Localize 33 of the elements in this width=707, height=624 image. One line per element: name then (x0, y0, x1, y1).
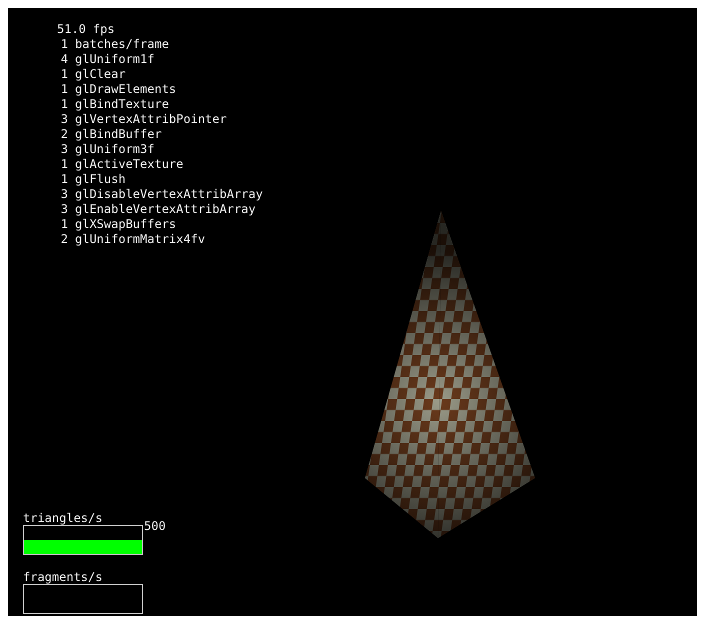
counter-label: glUniform3f (75, 142, 154, 157)
counter-value: 2 (60, 127, 68, 142)
counter-label: glClear (75, 67, 126, 82)
counter-value: 3 (60, 142, 68, 157)
counter-label: glDisableVertexAttribArray (75, 187, 263, 202)
counter-value: 3 (60, 112, 68, 127)
counter-label: glEnableVertexAttribArray (75, 202, 256, 217)
counter-label: glUniform1f (75, 52, 154, 67)
counter-value: 1 (60, 37, 68, 52)
counter-value: 1 (60, 157, 68, 172)
meter-scale-label: 500 (144, 520, 166, 532)
fps-unit: fps (92, 22, 115, 37)
counter-label: glVertexAttribPointer (75, 112, 227, 127)
counter-value: 2 (60, 232, 68, 247)
counter-value: 1 (60, 67, 68, 82)
counter-label: batches/frame (75, 37, 169, 52)
counter-label: glDrawElements (75, 82, 176, 97)
counter-value: 1 (60, 82, 68, 97)
counter-value: 3 (60, 187, 68, 202)
counter-value: 1 (60, 172, 68, 187)
fps-value: 51.0 (57, 22, 86, 37)
counter-label: glBindTexture (75, 97, 169, 112)
counter-label: glXSwapBuffers (75, 217, 176, 232)
meter-label: fragments/s (23, 571, 104, 584)
counter-label: glUniformMatrix4fv (75, 232, 206, 247)
counter-value: 1 (60, 97, 68, 112)
counter-value: 4 (60, 52, 68, 67)
counter-value: 3 (60, 202, 68, 217)
counter-label: glActiveTexture (75, 157, 184, 172)
counter-value: 1 (60, 217, 68, 232)
counter-label: glFlush (75, 172, 126, 187)
counter-label: glBindBuffer (75, 127, 162, 142)
meter-label: triangles/s (23, 512, 104, 525)
